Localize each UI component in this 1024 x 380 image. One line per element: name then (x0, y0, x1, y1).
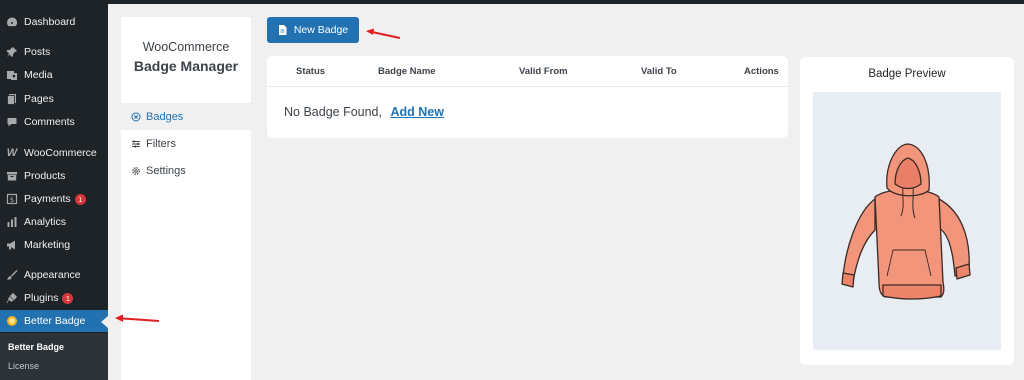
menu-label: Pages (24, 93, 54, 105)
new-badge-label: New Badge (293, 24, 349, 36)
table-header: Status Badge Name Valid From Valid To Ac… (267, 56, 788, 87)
medal-icon (6, 315, 18, 327)
dashboard-icon (6, 16, 18, 28)
plugin-nav-label: Filters (146, 137, 176, 150)
payments-icon: $ (6, 193, 18, 205)
menu-plugins[interactable]: Plugins 1 (0, 287, 108, 309)
analytics-icon (6, 216, 18, 228)
plugin-nav-label: Settings (146, 164, 186, 177)
column-header: Status (296, 66, 326, 77)
plugin-nav-badges[interactable]: Badges (121, 103, 251, 130)
brush-icon (6, 269, 18, 281)
preview-title: Badge Preview (868, 68, 946, 80)
menu-label: Dashboard (24, 16, 76, 28)
column-header: Badge Name (378, 66, 436, 77)
gear-icon (131, 166, 141, 176)
menu-label: Marketing (24, 239, 71, 251)
menu-posts[interactable]: Posts (0, 41, 108, 63)
menu-comments[interactable]: Comments (0, 111, 108, 133)
hoodie-illustration (841, 143, 971, 300)
annotation-arrow (115, 314, 160, 322)
products-icon (6, 170, 18, 182)
menu-dashboard[interactable]: Dashboard (0, 11, 108, 33)
submenu-better-badge[interactable]: Better Badge (8, 342, 64, 352)
menu-label: Posts (24, 46, 51, 58)
wp-admin-sidebar: Dashboard Posts Media Pages Comments W W… (0, 0, 108, 380)
menu-label: WooCommerce (24, 147, 97, 159)
menu-marketing[interactable]: Marketing (0, 234, 108, 256)
better-badge-submenu: Better Badge License (0, 333, 108, 380)
comment-icon (6, 116, 18, 128)
circle-x-icon (131, 112, 141, 122)
add-new-link[interactable]: Add New (390, 105, 443, 119)
menu-media[interactable]: Media (0, 64, 108, 86)
plug-icon (6, 292, 18, 304)
empty-state: No Badge Found, Add New (284, 105, 444, 119)
menu-analytics[interactable]: Analytics (0, 211, 108, 233)
menu-products[interactable]: Products (0, 165, 108, 187)
megaphone-icon (6, 239, 18, 251)
menu-label: Payments (24, 193, 71, 205)
menu-appearance[interactable]: Appearance (0, 264, 108, 286)
menu-woocommerce[interactable]: W WooCommerce (0, 142, 108, 164)
plugin-nav-filters[interactable]: Filters (121, 130, 251, 157)
menu-better-badge[interactable]: Better Badge (0, 310, 108, 332)
badge-table-card: Status Badge Name Valid From Valid To Ac… (267, 56, 788, 138)
pin-icon (6, 46, 18, 58)
pages-icon (6, 93, 18, 105)
woo-icon: W (6, 147, 18, 159)
menu-label: Media (24, 69, 53, 81)
menu-label: Appearance (24, 269, 81, 281)
column-header: Actions (744, 66, 779, 77)
preview-image (813, 92, 1001, 350)
plugin-nav-label: Badges (146, 110, 184, 123)
badge-preview-card: Badge Preview (800, 57, 1014, 365)
column-header: Valid To (641, 66, 677, 77)
sliders-icon (131, 139, 141, 149)
admin-top-bar (0, 0, 1024, 4)
menu-label: Plugins (24, 292, 59, 304)
empty-state-text: No Badge Found, (284, 105, 382, 119)
column-header: Valid From (519, 66, 568, 77)
menu-label: Better Badge (24, 315, 86, 327)
menu-pages[interactable]: Pages (0, 88, 108, 110)
media-icon (6, 69, 18, 81)
menu-label: Comments (24, 116, 75, 128)
notification-badge: 1 (74, 193, 86, 205)
menu-label: Products (24, 170, 66, 182)
menu-payments[interactable]: $ Payments 1 (0, 188, 108, 210)
document-icon (278, 25, 287, 35)
notification-badge: 1 (62, 292, 74, 304)
annotation-arrow (366, 28, 401, 39)
svg-text:$: $ (10, 196, 14, 204)
plugin-nav-settings[interactable]: Settings (121, 157, 251, 184)
submenu-license[interactable]: License (8, 361, 39, 371)
brand-title-line1: WooCommerce (142, 40, 230, 54)
brand-title-line2: Badge Manager (133, 58, 239, 74)
menu-label: Analytics (24, 216, 67, 228)
new-badge-button[interactable]: New Badge (267, 17, 359, 43)
